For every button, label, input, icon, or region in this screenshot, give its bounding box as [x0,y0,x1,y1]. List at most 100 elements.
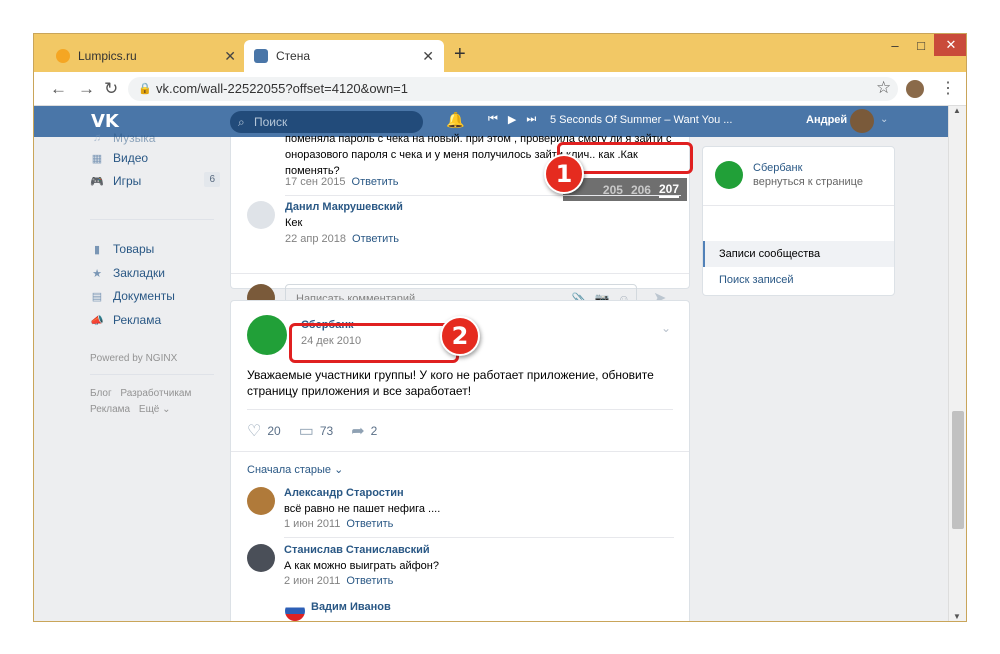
comment-button[interactable]: ▭ 73 [299,421,333,441]
commenter-avatar[interactable] [247,544,275,572]
post-text: Уважаемые участники группы! У кого не ра… [247,368,654,398]
highlight-box-date [289,323,459,363]
menu-item-bookmarks[interactable]: ★ Закладки [90,263,220,283]
group-name[interactable]: Сбербанк [753,162,802,174]
track-title[interactable]: 5 Seconds Of Summer – Want You ... [550,114,732,126]
commenter-avatar[interactable] [247,487,275,515]
profile-avatar[interactable] [906,80,924,98]
close-icon[interactable]: ✕ [422,48,434,65]
music-icon: ♫ [92,132,102,144]
document-icon: ▤ [91,291,103,303]
megaphone-icon: 📣 [90,315,104,327]
menu-item-games[interactable]: 🎮 Игры 6 [90,171,220,191]
forward-icon[interactable]: → [78,79,95,99]
minimize-button[interactable]: – [882,34,908,56]
bookmark-star-icon[interactable]: ☆ [876,78,891,98]
menu-label: Видео [113,151,149,165]
menu-label: Музыка [113,131,156,145]
window-close-button[interactable]: ✕ [934,34,966,56]
reply-link[interactable]: Ответить [346,575,393,587]
lumpics-icon [56,49,70,63]
heart-icon: ♡ [247,423,262,440]
back-to-page-link[interactable]: вернуться к странице [753,176,863,188]
reply-link[interactable]: Ответить [346,518,393,530]
menu-item-documents[interactable]: ▤ Документы [90,286,220,306]
comment-date[interactable]: 17 сен 2015 [285,176,346,188]
like-count: 20 [267,424,281,438]
comment-date[interactable]: 22 апр 2018 [285,233,346,245]
footer-links: Блог Разработчикам Реклама Ещё ⌄ [90,386,220,418]
menu-item-video[interactable]: ▦ Видео [90,148,220,168]
search-posts-link[interactable]: Поиск записей [703,267,894,293]
tab-title: Lumpics.ru [78,49,137,63]
community-posts-tab[interactable]: Записи сообщества [703,241,894,267]
like-button[interactable]: ♡ 20 [247,421,281,441]
menu-label: Закладки [113,266,165,280]
back-icon[interactable]: ← [50,79,67,99]
sort-comments-link[interactable]: Сначала старые ⌄ [247,463,343,476]
comment-text: всё равно не пашет нефига .... [284,503,441,515]
scroll-thumb[interactable] [952,411,964,529]
kebab-menu-icon[interactable]: ⋮ [940,78,956,98]
play-icon[interactable]: ▶ [508,113,516,126]
scrollbar[interactable]: ▲ ▼ [948,106,966,621]
comment-author[interactable]: Вадим Иванов [311,601,391,613]
video-icon: ▦ [91,153,103,165]
user-avatar[interactable] [850,109,874,133]
divider [247,409,673,410]
next-track-icon[interactable]: ⏭ [526,113,536,126]
menu-label: Игры [113,174,142,188]
camera-avatar-icon[interactable] [247,201,275,229]
games-icon: 🎮 [90,176,104,188]
search-input[interactable]: ⌕ Поиск [230,111,423,133]
close-icon[interactable]: ✕ [224,48,236,65]
reply-link[interactable]: Ответить [352,233,399,245]
user-name[interactable]: Андрей [806,114,847,126]
comment-text: Кек [285,217,303,229]
comment-meta: 2 июн 2011 Ответить [284,575,393,587]
browser-window: Lumpics.ru ✕ Стена ✕ + – □ ✕ ← → ↻ 🔒 vk.… [33,33,967,622]
menu-item-goods[interactable]: ▮ Товары [90,239,220,259]
menu-divider [90,219,214,220]
footer-link-blog[interactable]: Блог [90,388,112,399]
step-badge-2: 2 [440,316,480,356]
divider [284,537,674,538]
comment-date[interactable]: 2 июн 2011 [284,575,340,587]
new-tab-button[interactable]: + [454,43,466,66]
footer-link-developers[interactable]: Разработчикам [120,388,191,399]
comment-text: А как можно выиграть айфон? [284,560,439,572]
reply-link[interactable]: Ответить [352,176,399,188]
menu-item-music[interactable]: ♫ Музыка [90,128,220,148]
search-icon: ⌕ [238,115,245,129]
footer-link-ads[interactable]: Реклама [90,404,130,415]
menu-label: Реклама [113,313,162,327]
share-icon: ➦ [351,423,365,440]
group-avatar[interactable] [715,161,743,189]
scroll-up-icon[interactable]: ▲ [953,106,961,115]
url-field[interactable]: 🔒 vk.com/wall-22522055?offset=4120&own=1 [128,77,898,101]
commenter-avatar[interactable] [285,601,305,621]
menu-label: Товары [113,242,155,256]
tab-lumpics[interactable]: Lumpics.ru ✕ [46,40,246,72]
chevron-down-icon[interactable]: ⌄ [880,114,888,125]
comment-author[interactable]: Станислав Станиславский [284,544,430,556]
bell-icon[interactable]: 🔔 [446,111,465,129]
footer-link-more[interactable]: Ещё ⌄ [139,404,171,415]
menu-item-ads[interactable]: 📣 Реклама [90,310,220,330]
previous-track-icon[interactable]: ⏮ [488,113,498,126]
group-avatar[interactable] [247,315,287,355]
comment-date[interactable]: 1 июн 2011 [284,518,340,530]
reload-icon[interactable]: ↻ [104,79,118,99]
chevron-down-icon[interactable]: ⌄ [661,321,671,335]
comment-icon: ▭ [298,423,314,440]
powered-by: Powered by NGINX [90,353,178,364]
divider [231,273,689,274]
scroll-down-icon[interactable]: ▼ [953,612,961,621]
group-nav-card: Сбербанк вернуться к странице Записи соо… [702,146,895,296]
comment-author[interactable]: Данил Макрушевский [285,201,403,213]
comment-author[interactable]: Александр Старостин [284,487,404,499]
tab-wall[interactable]: Стена ✕ [244,40,444,72]
maximize-button[interactable]: □ [908,34,934,56]
share-button[interactable]: ➦ 2 [351,421,377,441]
comment-count: 73 [319,424,334,438]
